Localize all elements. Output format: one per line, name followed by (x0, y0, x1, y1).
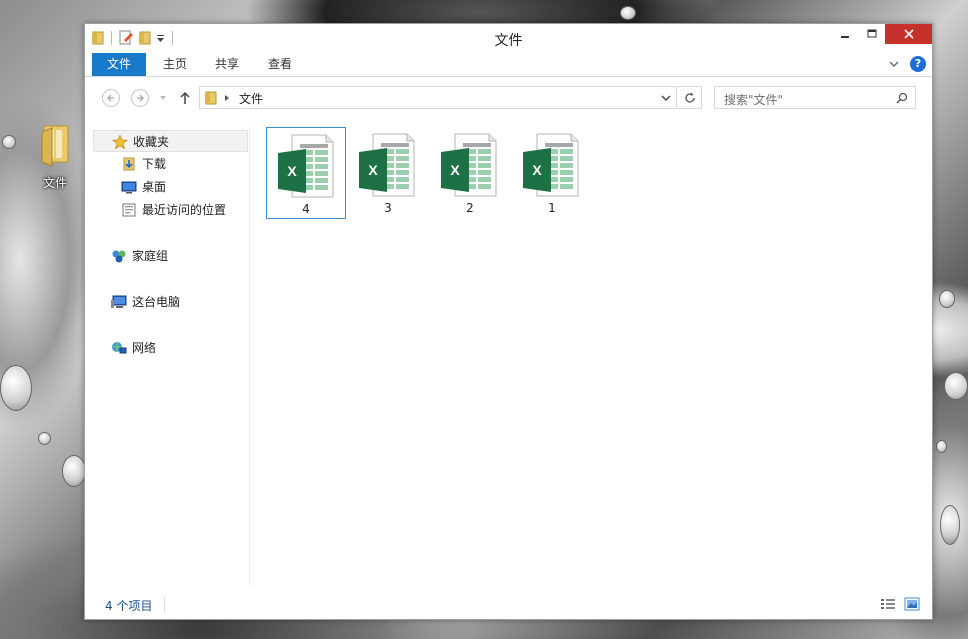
explorer-body: 收藏夹 下载 桌面 最近访问的位置 家庭组 这台电脑 网络 X 4 X 3 X … (85, 120, 932, 590)
status-bar: 4 个项目 (85, 591, 932, 619)
large-icons-view-icon[interactable] (904, 597, 920, 611)
help-icon[interactable]: ? (910, 56, 926, 72)
sidebar-item-homegroup[interactable]: 家庭组 (93, 245, 248, 267)
svg-text:X: X (287, 163, 297, 179)
svg-text:X: X (368, 162, 378, 178)
file-item[interactable]: X 4 (266, 127, 346, 219)
file-list-view: X 4 X 3 X 2 X 1 (257, 120, 932, 590)
homegroup-icon (112, 250, 126, 263)
file-item[interactable]: X 1 (512, 127, 592, 219)
sidebar-item-label: 这台电脑 (132, 295, 181, 309)
file-name: 2 (466, 201, 474, 215)
forward-button[interactable] (131, 89, 149, 107)
ribbon-tabs: 文件 主页 共享 查看 ? (85, 52, 932, 77)
download-folder-icon (123, 157, 135, 171)
breadcrumb-current[interactable]: 文件 (239, 90, 263, 107)
refresh-button[interactable] (678, 86, 702, 109)
search-icon[interactable] (896, 92, 908, 104)
folder-icon (205, 91, 217, 105)
details-view-icon[interactable] (880, 597, 896, 611)
sidebar-item-favorites[interactable]: 收藏夹 (93, 130, 248, 152)
excel-file-icon: X (278, 134, 334, 198)
excel-file-icon: X (441, 133, 497, 197)
close-icon (903, 29, 914, 39)
excel-file-icon: X (523, 133, 579, 197)
ribbon-controls: ? (888, 56, 926, 72)
desktop-icon-label: 文件 (42, 176, 67, 190)
window-controls (831, 24, 932, 44)
explorer-window: 文件 文件 主页 共享 查看 ? 文件 搜索"文件" 收藏夹 下载 桌面 最近访… (84, 23, 933, 620)
window-title: 文件 (494, 33, 523, 49)
recent-locations-dropdown-icon[interactable] (159, 95, 167, 101)
up-arrow-icon[interactable] (179, 91, 191, 105)
svg-text:X: X (532, 162, 542, 178)
file-item[interactable]: X 3 (348, 127, 428, 219)
file-name: 4 (302, 202, 310, 216)
sidebar-item-this-pc[interactable]: 这台电脑 (93, 291, 248, 313)
navigation-pane: 收藏夹 下载 桌面 最近访问的位置 家庭组 这台电脑 网络 (93, 127, 250, 586)
tab-view[interactable]: 查看 (258, 53, 302, 76)
recent-places-icon (122, 203, 136, 217)
forward-arrow-icon (137, 94, 144, 102)
sidebar-item-label: 收藏夹 (133, 135, 170, 149)
search-placeholder: 搜索"文件" (724, 93, 784, 107)
maximize-button[interactable] (858, 24, 885, 44)
search-box[interactable]: 搜索"文件" (714, 86, 916, 109)
sidebar-item-label: 下载 (142, 157, 167, 171)
sidebar-item-label: 最近访问的位置 (142, 203, 227, 217)
sidebar-item-recent-places[interactable]: 最近访问的位置 (93, 199, 248, 221)
view-switcher (880, 597, 920, 611)
sidebar-item-label: 桌面 (142, 180, 167, 194)
maximize-icon (867, 29, 876, 38)
status-separator (164, 597, 165, 613)
minimize-icon (840, 36, 849, 38)
this-pc-icon (111, 295, 127, 308)
title-bar: 文件 (85, 24, 932, 52)
tab-home[interactable]: 主页 (153, 53, 197, 76)
excel-file-icon: X (359, 133, 415, 197)
svg-text:X: X (450, 162, 460, 178)
tab-file[interactable]: 文件 (92, 53, 146, 76)
tab-share[interactable]: 共享 (205, 53, 249, 76)
sidebar-item-network[interactable]: 网络 (93, 337, 248, 359)
sidebar-item-downloads[interactable]: 下载 (93, 153, 248, 175)
breadcrumb-chevron-icon[interactable] (224, 94, 230, 102)
desktop-icon (121, 181, 137, 194)
file-name: 3 (384, 201, 392, 215)
file-item[interactable]: X 2 (430, 127, 510, 219)
close-button[interactable] (885, 24, 932, 44)
sidebar-item-label: 网络 (132, 341, 157, 355)
navigation-bar: 文件 搜索"文件" (85, 77, 932, 117)
star-icon (112, 135, 128, 149)
desktop-folder-shortcut[interactable]: 文件 (28, 124, 82, 191)
expand-ribbon-chevron-icon[interactable] (888, 58, 900, 70)
back-arrow-icon (107, 94, 114, 102)
address-history-chevron-icon[interactable] (661, 94, 671, 102)
back-button[interactable] (102, 89, 120, 107)
item-count: 4 个项目 (105, 599, 153, 613)
sidebar-item-label: 家庭组 (132, 249, 169, 263)
sidebar-item-desktop[interactable]: 桌面 (93, 176, 248, 198)
folder-icon (38, 124, 72, 168)
refresh-icon (684, 92, 695, 103)
minimize-button[interactable] (831, 24, 858, 44)
address-bar[interactable]: 文件 (199, 86, 677, 109)
network-icon (112, 342, 127, 354)
file-name: 1 (548, 201, 556, 215)
